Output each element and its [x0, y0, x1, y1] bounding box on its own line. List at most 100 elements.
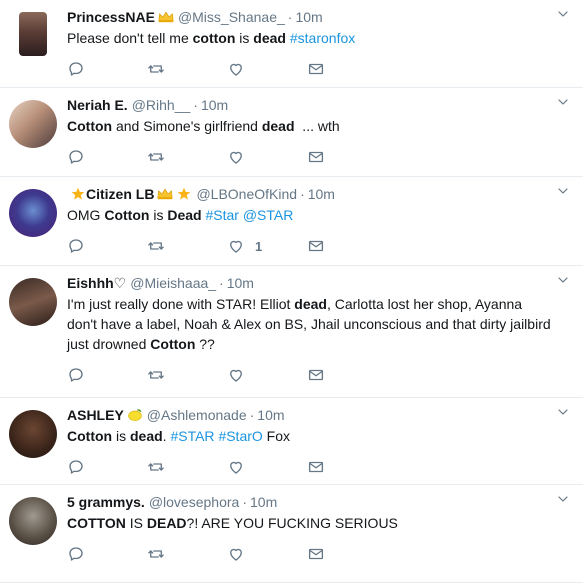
retweet-icon: [148, 550, 164, 558]
display-name[interactable]: Eishhh♡: [67, 274, 126, 292]
tweet-header: 5 grammys. @lovesephora · 10m: [67, 493, 553, 511]
tweet-text-segment: is: [112, 428, 130, 444]
user-handle[interactable]: @Mieishaaa_: [130, 274, 216, 292]
hashtag-link[interactable]: #STAR: [170, 428, 214, 444]
tweet-text-segment: Dead: [167, 207, 202, 223]
like-button[interactable]: 1: [227, 237, 307, 255]
like-button[interactable]: [227, 458, 307, 476]
reply-button[interactable]: [67, 366, 147, 384]
tweet-actions: [67, 364, 553, 386]
avatar[interactable]: [9, 189, 57, 237]
more-options-button[interactable]: [555, 404, 571, 420]
heart-icon: [230, 369, 242, 382]
hashtag-link[interactable]: #StarO: [218, 428, 262, 444]
tweet-header: Eishhh♡ @Mieishaaa_ · 10m: [67, 274, 553, 292]
timestamp[interactable]: 10m: [201, 96, 228, 114]
tweet-header: ASHLEY @Ashlemonade · 10m: [67, 406, 553, 424]
retweet-button[interactable]: [147, 237, 227, 255]
avatar[interactable]: [9, 410, 57, 458]
reply-button[interactable]: [67, 237, 147, 255]
star-emoji-icon: [178, 187, 191, 200]
heart-icon: [230, 461, 242, 474]
tweet-feed: PrincessNAE @Miss_Shanae_ · 10m Please d…: [0, 0, 583, 583]
reply-button[interactable]: [67, 545, 147, 563]
tweet-actions: [67, 58, 553, 80]
more-options-button[interactable]: [555, 272, 571, 288]
avatar[interactable]: [9, 497, 57, 545]
direct-message-button[interactable]: [307, 366, 387, 384]
timestamp[interactable]: 10m: [250, 493, 277, 511]
display-name[interactable]: 5 grammys.: [67, 493, 145, 511]
more-options-button[interactable]: [555, 491, 571, 507]
user-handle[interactable]: @Ashlemonade: [147, 406, 247, 424]
direct-message-button[interactable]: [307, 148, 387, 166]
tweet[interactable]: PrincessNAE @Miss_Shanae_ · 10m Please d…: [0, 0, 583, 88]
chevron-down-icon: [558, 277, 568, 283]
direct-message-button[interactable]: [307, 237, 387, 255]
reply-icon: [69, 239, 83, 253]
tweet[interactable]: 5 grammys. @lovesephora · 10m COTTON IS …: [0, 485, 583, 583]
avatar[interactable]: [9, 278, 57, 326]
more-options-button[interactable]: [555, 6, 571, 22]
tweet[interactable]: Citizen LB @LBOneOfKind · 10m OMG Cotton…: [0, 177, 583, 266]
direct-message-button[interactable]: [307, 545, 387, 563]
avatar[interactable]: [9, 100, 57, 148]
reply-icon: [69, 460, 83, 474]
tweet-text-segment: Please don't tell me: [67, 30, 193, 46]
like-button[interactable]: [227, 148, 307, 166]
user-handle[interactable]: @Rihh__: [132, 96, 191, 114]
user-handle[interactable]: @LBOneOfKind: [196, 185, 297, 203]
tweet-text: I'm just really done with STAR! Elliot d…: [67, 294, 553, 354]
reply-icon: [69, 62, 83, 76]
display-name[interactable]: Citizen LB: [86, 185, 154, 203]
tweet-actions: [67, 456, 553, 478]
direct-message-button[interactable]: [307, 60, 387, 78]
tweet-header: Neriah E. @Rihh__ · 10m: [67, 96, 553, 114]
tweet-text-segment: ?! ARE YOU FUCKING SERIOUS: [186, 515, 398, 531]
timestamp[interactable]: 10m: [227, 274, 254, 292]
retweet-button[interactable]: [147, 148, 227, 166]
tweet-text-segment: COTTON: [67, 515, 126, 531]
retweet-button[interactable]: [147, 545, 227, 563]
tweet-text: Cotton is dead. #STAR #StarO Fox: [67, 426, 553, 446]
tweet-actions: 1: [67, 235, 553, 257]
user-handle[interactable]: @lovesephora: [149, 493, 240, 511]
user-handle[interactable]: @Miss_Shanae_: [178, 8, 285, 26]
reply-button[interactable]: [67, 60, 147, 78]
timestamp[interactable]: 10m: [295, 8, 322, 26]
like-button[interactable]: [227, 366, 307, 384]
display-name[interactable]: ASHLEY: [67, 406, 124, 424]
tweet-text: Please don't tell me cotton is dead #sta…: [67, 28, 553, 48]
like-button[interactable]: [227, 545, 307, 563]
timestamp[interactable]: 10m: [257, 406, 284, 424]
hashtag-link[interactable]: #staronfox: [290, 30, 355, 46]
tweet-text-segment: dead: [261, 118, 295, 134]
more-options-button[interactable]: [555, 94, 571, 110]
display-name[interactable]: PrincessNAE: [67, 8, 155, 26]
tweet[interactable]: Neriah E. @Rihh__ · 10m Cotton and Simon…: [0, 88, 583, 177]
separator-dot: ·: [300, 186, 305, 202]
tweet-text-segment: dead: [294, 296, 327, 312]
like-button[interactable]: [227, 60, 307, 78]
tweet-text-segment: and Simone's girlfriend: [112, 118, 262, 134]
display-name[interactable]: Neriah E.: [67, 96, 128, 114]
retweet-icon: [148, 371, 164, 379]
reply-icon: [69, 150, 83, 164]
heart-icon: [230, 151, 242, 164]
retweet-button[interactable]: [147, 458, 227, 476]
tweet-text-segment: dead: [253, 30, 286, 46]
hashtag-link[interactable]: #Star: [205, 207, 238, 223]
tweet[interactable]: ASHLEY @Ashlemonade · 10m Cotton is dead…: [0, 398, 583, 485]
retweet-button[interactable]: [147, 366, 227, 384]
timestamp[interactable]: 10m: [308, 185, 335, 203]
avatar[interactable]: [19, 12, 47, 56]
more-options-button[interactable]: [555, 183, 571, 199]
reply-button[interactable]: [67, 458, 147, 476]
tweet-text-segment: is: [235, 30, 254, 46]
retweet-button[interactable]: [147, 60, 227, 78]
direct-message-button[interactable]: [307, 458, 387, 476]
hashtag-link[interactable]: @STAR: [243, 207, 294, 223]
reply-button[interactable]: [67, 148, 147, 166]
tweet-text-segment: dead: [129, 428, 163, 444]
tweet[interactable]: Eishhh♡ @Mieishaaa_ · 10m I'm just reall…: [0, 266, 583, 398]
